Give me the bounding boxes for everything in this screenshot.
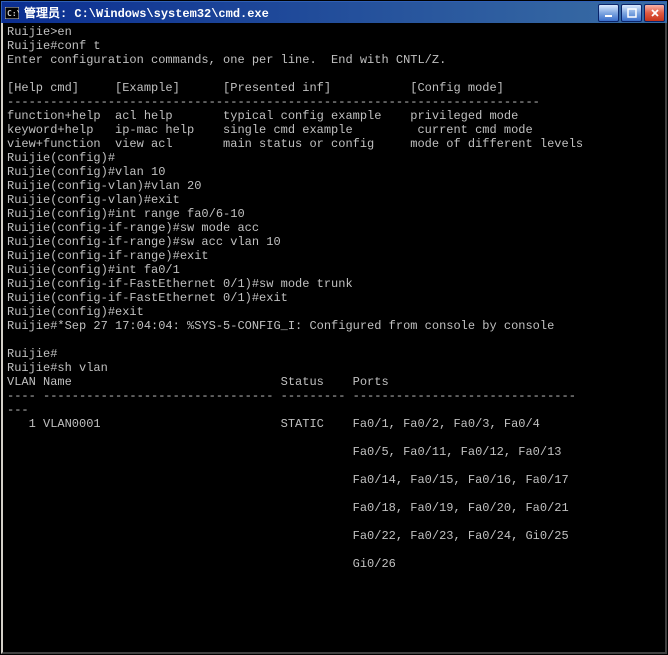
maximize-button[interactable] bbox=[621, 4, 642, 22]
titlebar[interactable]: C:\ 管理员: C:\Windows\system32\cmd.exe bbox=[1, 1, 667, 23]
terminal-output[interactable]: Ruijie>en Ruijie#conf t Enter configurat… bbox=[1, 23, 667, 654]
svg-text:C:\: C:\ bbox=[7, 9, 19, 18]
close-button[interactable] bbox=[644, 4, 665, 22]
minimize-button[interactable] bbox=[598, 4, 619, 22]
cmd-window: C:\ 管理员: C:\Windows\system32\cmd.exe Rui… bbox=[0, 0, 668, 655]
window-title: 管理员: C:\Windows\system32\cmd.exe bbox=[24, 4, 598, 21]
window-controls bbox=[598, 4, 665, 22]
cmd-icon: C:\ bbox=[4, 5, 20, 21]
